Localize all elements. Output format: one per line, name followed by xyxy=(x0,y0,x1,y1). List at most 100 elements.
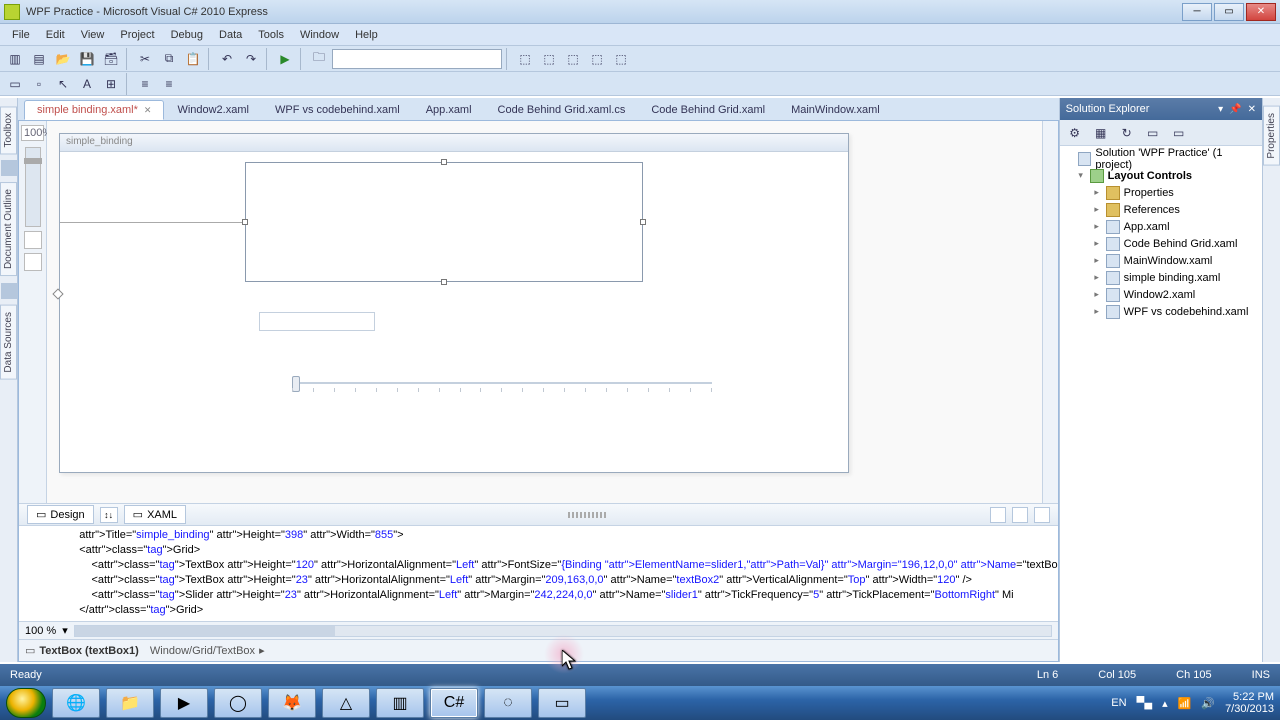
tb-btn-e[interactable]: ⬚ xyxy=(610,48,632,70)
save-button[interactable]: 💾 xyxy=(76,48,98,70)
tb-btn-d[interactable]: ⬚ xyxy=(586,48,608,70)
designer-canvas[interactable]: simple_binding xyxy=(47,121,1042,503)
cut-button[interactable]: ✂ xyxy=(134,48,156,70)
taskbar-app2[interactable]: ◌ xyxy=(484,688,532,718)
wpf-window-preview[interactable]: simple_binding xyxy=(59,133,849,473)
tray-chevron-icon[interactable]: ▴ xyxy=(1162,697,1168,710)
copy-button[interactable]: ⧉ xyxy=(158,48,180,70)
menu-debug[interactable]: Debug xyxy=(163,26,211,44)
tab-mainwindow[interactable]: MainWindow.xaml xyxy=(778,100,893,120)
menu-edit[interactable]: Edit xyxy=(38,26,73,44)
tray-lang[interactable]: EN xyxy=(1111,697,1126,709)
tab-codebehind-cs[interactable]: Code Behind Grid.xaml.cs xyxy=(485,100,639,120)
fmt-btn-4[interactable]: ⊞ xyxy=(100,73,122,95)
design-tab[interactable]: ▭ Design xyxy=(27,505,94,524)
xaml-hscrollbar[interactable] xyxy=(74,625,1052,637)
flag-icon[interactable]: ▀▄ xyxy=(1137,697,1153,709)
zoom-fit-button[interactable] xyxy=(24,231,42,249)
document-outline-tab[interactable]: Document Outline xyxy=(0,182,17,276)
menu-file[interactable]: File xyxy=(4,26,38,44)
tb-btn-a[interactable]: ⬚ xyxy=(514,48,536,70)
pane-horizontal-button[interactable] xyxy=(1012,507,1028,523)
undo-button[interactable]: ↶ xyxy=(216,48,238,70)
tab-app[interactable]: App.xaml xyxy=(413,100,485,120)
fmt-btn-1[interactable]: ▭ xyxy=(4,73,26,95)
open-button[interactable]: 📂 xyxy=(52,48,74,70)
menu-help[interactable]: Help xyxy=(347,26,386,44)
menu-project[interactable]: Project xyxy=(112,26,162,44)
redo-button[interactable]: ↷ xyxy=(240,48,262,70)
taskbar-wmp[interactable]: ▶ xyxy=(160,688,208,718)
tb-btn-b[interactable]: ⬚ xyxy=(538,48,560,70)
pane-vertical-button[interactable] xyxy=(990,507,1006,523)
taskbar-app1[interactable]: ▥ xyxy=(376,688,424,718)
close-button[interactable]: ✕ xyxy=(1246,3,1276,21)
menu-data[interactable]: Data xyxy=(211,26,250,44)
fmt-btn-6[interactable]: ≡ xyxy=(158,73,180,95)
system-tray[interactable]: EN ▀▄ ▴ 📶 🔊 5:22 PM7/30/2013 xyxy=(1111,691,1274,715)
tab-codebehind-xaml[interactable]: Code Behind Grid.xaml xyxy=(638,100,778,120)
taskbar-ie[interactable]: 🌐 xyxy=(52,688,100,718)
fmt-btn-2[interactable]: ▫ xyxy=(28,73,50,95)
menu-tools[interactable]: Tools xyxy=(250,26,292,44)
tab-window2[interactable]: Window2.xaml xyxy=(164,100,262,120)
taskbar-explorer[interactable]: 📁 xyxy=(106,688,154,718)
new-item-button[interactable]: ▤ xyxy=(28,48,50,70)
solution-explorer-header[interactable]: Solution Explorer▾📌✕ xyxy=(1060,98,1262,120)
new-project-button[interactable]: ▥ xyxy=(4,48,26,70)
tab-wpf-codebehind[interactable]: WPF vs codebehind.xaml xyxy=(262,100,413,120)
zoom-value[interactable]: 100% xyxy=(21,125,44,141)
xaml-editor[interactable]: attr">Title="simple_binding" attr">Heigh… xyxy=(19,525,1058,621)
split-grip[interactable] xyxy=(568,512,608,518)
taskbar-chrome[interactable]: ◯ xyxy=(214,688,262,718)
save-all-button[interactable]: 🗃 xyxy=(100,48,122,70)
menu-window[interactable]: Window xyxy=(292,26,347,44)
taskbar-vlc[interactable]: △ xyxy=(322,688,370,718)
pin-icon[interactable]: 📌 xyxy=(1229,104,1241,115)
pane-collapse-button[interactable] xyxy=(1034,507,1050,523)
find-combo[interactable] xyxy=(332,49,502,69)
taskbar-vs[interactable]: C# xyxy=(430,688,478,718)
properties-tab[interactable]: Properties xyxy=(1263,106,1280,166)
close-icon[interactable]: ✕ xyxy=(1248,104,1256,115)
view-designer-button[interactable]: ▭ xyxy=(1168,122,1190,144)
volume-icon[interactable]: 🔊 xyxy=(1201,697,1215,710)
xaml-tab[interactable]: ▭ XAML xyxy=(124,505,186,524)
find-button[interactable]: 🗀 xyxy=(308,48,330,70)
design-xaml-split-bar: ▭ Design ↕↓ ▭ XAML xyxy=(19,503,1058,525)
zoom-actual-button[interactable] xyxy=(24,253,42,271)
refresh-button[interactable]: ↻ xyxy=(1116,122,1138,144)
fmt-btn-5[interactable]: ≡ xyxy=(134,73,156,95)
slider1-element[interactable] xyxy=(292,374,712,394)
maximize-button[interactable]: ▭ xyxy=(1214,3,1244,21)
fmt-btn-3[interactable]: A xyxy=(76,73,98,95)
swap-panes-button[interactable]: ↕↓ xyxy=(100,507,118,523)
toolbox-tab[interactable]: Toolbox xyxy=(0,106,17,154)
start-debug-button[interactable]: ▶ xyxy=(274,48,296,70)
designer-vscrollbar[interactable] xyxy=(1042,121,1058,503)
menu-view[interactable]: View xyxy=(73,26,113,44)
tb-btn-c[interactable]: ⬚ xyxy=(562,48,584,70)
close-icon[interactable]: ✕ xyxy=(144,105,152,116)
paste-button[interactable]: 📋 xyxy=(182,48,204,70)
xaml-zoombar: 100 %▾ xyxy=(19,621,1058,639)
taskbar-firefox[interactable]: 🦊 xyxy=(268,688,316,718)
solution-tree[interactable]: Solution 'WPF Practice' (1 project) ▾Lay… xyxy=(1060,146,1262,662)
zoom-slider[interactable] xyxy=(25,147,41,227)
show-all-button[interactable]: ▦ xyxy=(1090,122,1112,144)
properties-button[interactable]: ⚙ xyxy=(1064,122,1086,144)
tab-simple-binding[interactable]: simple binding.xaml*✕ xyxy=(24,100,164,120)
network-icon[interactable]: 📶 xyxy=(1178,697,1192,710)
textbox2-element[interactable] xyxy=(259,312,375,331)
taskbar-app3[interactable]: ▭ xyxy=(538,688,586,718)
pointer-button[interactable]: ↖ xyxy=(52,73,74,95)
folder-icon xyxy=(1106,186,1120,200)
data-sources-tab[interactable]: Data Sources xyxy=(0,305,17,380)
minimize-button[interactable]: ─ xyxy=(1182,3,1212,21)
dropdown-icon[interactable]: ▾ xyxy=(1218,104,1223,115)
element-breadcrumb[interactable]: ▭ TextBox (textBox1) Window/Grid/TextBox… xyxy=(19,639,1058,661)
view-code-button[interactable]: ▭ xyxy=(1142,122,1164,144)
start-button[interactable] xyxy=(6,688,46,718)
textbox1-element[interactable] xyxy=(245,162,643,282)
xaml-zoom-value[interactable]: 100 % xyxy=(25,625,56,637)
